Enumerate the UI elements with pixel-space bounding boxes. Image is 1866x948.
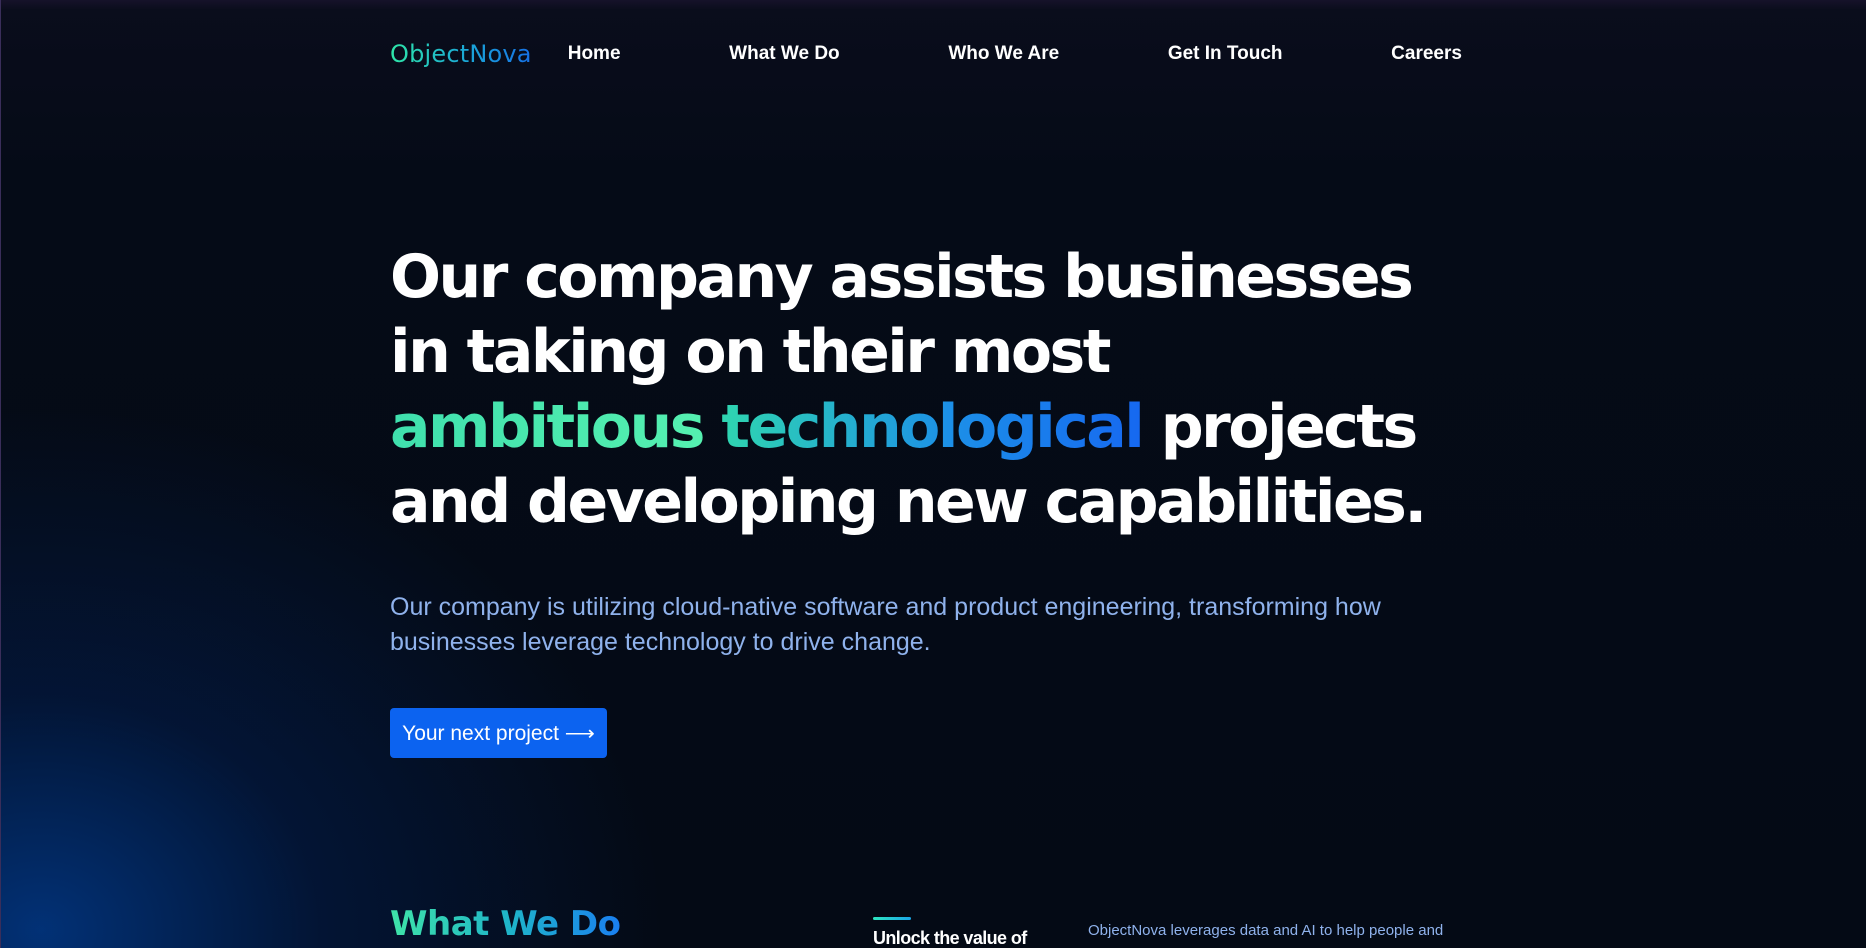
what-we-do-body: ObjectNova leverages data and AI to help… [1088, 922, 1444, 939]
hero-title: Our company assists businesses in taking… [390, 240, 1440, 540]
hero-title-highlight-ambitious: ambitious [390, 392, 705, 462]
what-we-do-heading: What We Do [390, 904, 621, 944]
your-next-project-button[interactable]: Your next project ⟶ [390, 708, 607, 758]
accent-line [873, 917, 911, 920]
logo[interactable]: ObjectNova [390, 40, 532, 68]
nav-links: Home What We Do Who We Are Get In Touch … [568, 43, 1462, 65]
page: ObjectNova Home What We Do Who We Are Ge… [0, 0, 1866, 948]
hero-subtitle: Our company is utilizing cloud-native so… [390, 593, 1381, 656]
top-band [1, 0, 1866, 10]
nav-link-home[interactable]: Home [568, 43, 621, 65]
nav-link-get-in-touch[interactable]: Get In Touch [1168, 43, 1283, 65]
nav-link-what-we-do[interactable]: What We Do [729, 43, 839, 65]
nav-link-careers[interactable]: Careers [1391, 43, 1462, 65]
nav-link-who-we-are[interactable]: Who We Are [948, 43, 1059, 65]
what-we-do-lead: Unlock the value of [873, 928, 1027, 948]
hero-title-highlight-technological: technological [721, 392, 1145, 462]
main-nav: ObjectNova Home What We Do Who We Are Ge… [390, 30, 1462, 78]
hero-title-text-1: Our company assists businesses in taking… [390, 242, 1414, 387]
